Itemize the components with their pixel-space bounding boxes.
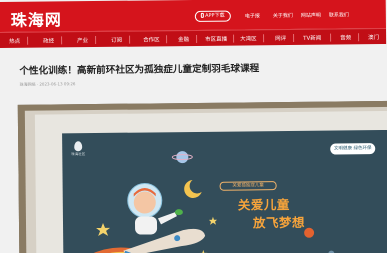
top-link-statement[interactable]: 网站声明: [301, 12, 329, 19]
nav-item-macau[interactable]: 澳门: [368, 33, 379, 41]
nav-divider: [233, 34, 235, 43]
rocket-icon: [121, 228, 206, 253]
poster: 珠海社区 文明健康 绿色环保 关爱孤独症儿童 关爱儿童 放飞梦想: [62, 129, 387, 253]
nav-item-review[interactable]: 网评: [275, 34, 286, 42]
nav-item-audio[interactable]: 音频: [340, 33, 351, 41]
poster-badge: 文明健康 绿色环保: [330, 143, 376, 155]
planet-icon: [171, 151, 193, 164]
nav-item-hot[interactable]: 热点: [9, 37, 20, 45]
nav-divider: [166, 35, 168, 44]
nav-item-cooperation[interactable]: 合作区: [143, 35, 160, 43]
app-download-button[interactable]: APP下载: [194, 10, 231, 22]
nav-divider: [61, 36, 63, 45]
planet-icon: [304, 227, 315, 238]
nav-divider: [263, 34, 265, 43]
nav-item-industry[interactable]: 产业: [77, 36, 88, 44]
nav-divider: [129, 35, 131, 44]
nav-item-bay-area[interactable]: 大湾区: [240, 34, 257, 42]
phone-icon: [201, 12, 205, 18]
top-link-epaper[interactable]: 电子报: [245, 12, 273, 19]
poster-tagline: 关爱孤独症儿童: [219, 181, 277, 191]
nav-divider: [27, 36, 29, 45]
nav-divider: [95, 36, 97, 45]
nav-item-finance[interactable]: 金融: [178, 35, 189, 43]
top-link-contact[interactable]: 联系我们: [329, 11, 357, 18]
nav-divider: [330, 33, 332, 42]
poster-headline-1: 关爱儿童: [237, 196, 290, 213]
article-photo: 珠海社区 文明健康 绿色环保 关爱孤独症儿童 关爱儿童 放飞梦想: [17, 100, 387, 253]
poster-headline-2: 放飞梦想: [252, 214, 306, 231]
article-meta: 珠海网络 · 2023-06-13 09:26: [19, 81, 76, 87]
site-header: 珠海网 APP下载 电子报 关于我们 网站声明 联系我们: [0, 0, 386, 33]
astronaut-icon: [127, 183, 183, 235]
poster-logo: 珠海社区: [71, 141, 85, 157]
nav-divider: [196, 34, 198, 43]
top-links: 电子报 关于我们 网站声明 联系我们: [245, 11, 357, 19]
poster-logo-text: 珠海社区: [71, 152, 86, 157]
nav-item-live[interactable]: 市区直播: [205, 35, 227, 43]
logo-drop-icon: [74, 141, 83, 152]
site-logo[interactable]: 珠海网: [11, 6, 62, 31]
nav-item-politics[interactable]: 政经: [43, 36, 54, 44]
moon-icon: [184, 180, 202, 198]
top-link-about[interactable]: 关于我们: [273, 12, 301, 19]
nav-divider: [358, 33, 360, 42]
app-download-label: APP下载: [205, 12, 225, 19]
page: 珠海网 APP下载 电子报 关于我们 网站声明 联系我们 热点 政经 产业 订阅…: [0, 0, 387, 253]
article-title: 个性化训练！高新前环社区为孤独症儿童定制羽毛球课程: [19, 63, 260, 77]
nav-item-subscribe[interactable]: 订阅: [111, 36, 122, 44]
main-nav: 热点 政经 产业 订阅 合作区 金融 市区直播 大湾区 网评 TV新闻 音频 澳…: [0, 27, 387, 49]
nav-divider: [293, 33, 295, 42]
nav-item-tv-news[interactable]: TV新闻: [303, 34, 321, 42]
